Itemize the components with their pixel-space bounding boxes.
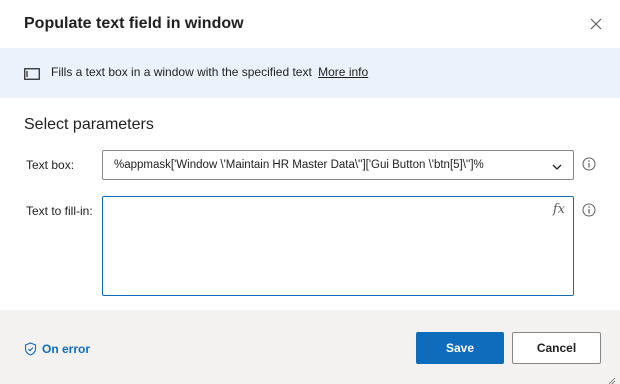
shield-check-icon — [24, 342, 37, 356]
info-banner: Fills a text box in a window with the sp… — [0, 48, 620, 98]
info-description: Fills a text box in a window with the sp… — [51, 65, 312, 79]
chevron-down-icon[interactable] — [551, 160, 563, 172]
dialog-title: Populate text field in window — [24, 15, 244, 32]
cancel-button[interactable]: Cancel — [512, 332, 601, 364]
dialog-footer: On error Save Cancel — [0, 310, 620, 384]
text-to-fill-label: Text to fill-in: — [26, 204, 93, 218]
on-error-button[interactable]: On error — [24, 342, 90, 356]
resize-grip-icon[interactable] — [608, 372, 616, 384]
info-text: Fills a text box in a window with the sp… — [51, 65, 368, 79]
text-box-select[interactable]: %appmask['Window \'Maintain HR Master Da… — [102, 150, 574, 180]
section-title: Select parameters — [24, 116, 154, 133]
text-to-fill-input[interactable]: fx — [102, 196, 574, 296]
on-error-label: On error — [42, 342, 91, 356]
save-button[interactable]: Save — [416, 332, 504, 364]
text-box-label: Text box: — [26, 158, 75, 172]
dialog-header: Populate text field in window — [0, 0, 620, 48]
window-icon — [24, 67, 40, 80]
close-icon[interactable] — [586, 14, 606, 34]
populate-text-field-dialog: Populate text field in window Fills a te… — [0, 0, 620, 384]
text-box-value: %appmask['Window \'Maintain HR Master Da… — [114, 159, 484, 171]
text-to-fill-info-icon[interactable] — [582, 203, 596, 217]
text-box-info-icon[interactable] — [582, 157, 596, 171]
fx-icon[interactable]: fx — [553, 202, 565, 217]
more-info-link[interactable]: More info — [318, 65, 368, 79]
